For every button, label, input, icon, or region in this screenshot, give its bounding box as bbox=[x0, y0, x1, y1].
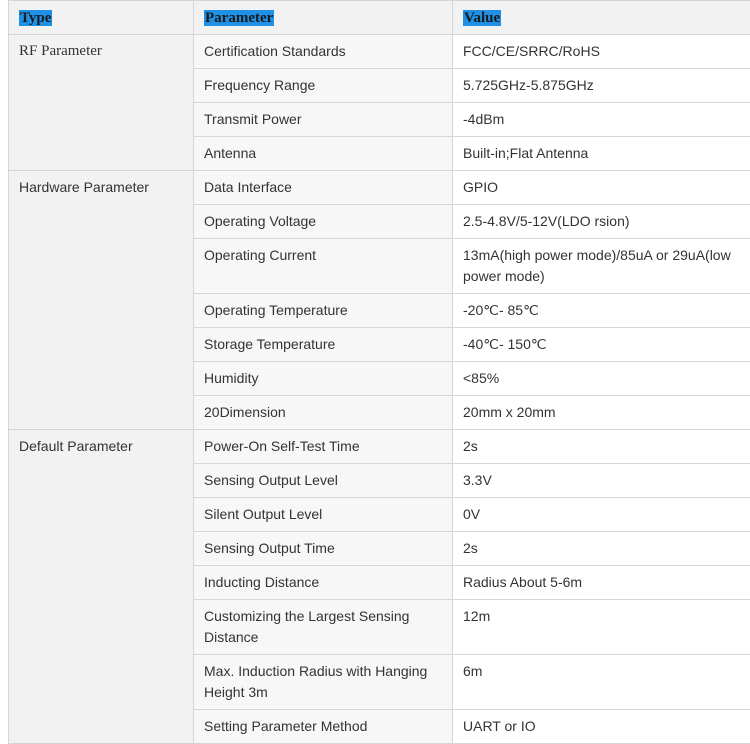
header-value: Value bbox=[453, 1, 750, 35]
value-cell: 2s bbox=[453, 430, 750, 464]
type-cell-hardware: Hardware Parameter bbox=[9, 171, 194, 430]
parameter-cell: Operating Current bbox=[194, 239, 453, 294]
type-cell-default: Default Parameter bbox=[9, 430, 194, 744]
parameter-cell: Sensing Output Level bbox=[194, 464, 453, 498]
value-cell: <85% bbox=[453, 362, 750, 396]
parameter-cell: Operating Temperature bbox=[194, 294, 453, 328]
spec-table: Type Parameter Value RF Parameter Certif… bbox=[8, 0, 750, 744]
parameter-cell: Transmit Power bbox=[194, 103, 453, 137]
value-cell: Radius About 5-6m bbox=[453, 566, 750, 600]
value-cell: FCC/CE/SRRC/RoHS bbox=[453, 35, 750, 69]
parameter-cell: Operating Voltage bbox=[194, 205, 453, 239]
header-value-label: Value bbox=[463, 10, 501, 26]
value-cell: 3.3V bbox=[453, 464, 750, 498]
value-cell: 2s bbox=[453, 532, 750, 566]
parameter-cell: Inducting Distance bbox=[194, 566, 453, 600]
parameter-cell: Data Interface bbox=[194, 171, 453, 205]
value-cell: 20mm x 20mm bbox=[453, 396, 750, 430]
parameter-cell: Silent Output Level bbox=[194, 498, 453, 532]
value-cell: -40℃- 150℃ bbox=[453, 328, 750, 362]
value-cell: -20℃- 85℃ bbox=[453, 294, 750, 328]
value-cell: Built-in;Flat Antenna bbox=[453, 137, 750, 171]
table-header-row: Type Parameter Value bbox=[9, 1, 750, 35]
parameter-cell: Setting Parameter Method bbox=[194, 710, 453, 744]
table-row: Hardware Parameter Data Interface GPIO bbox=[9, 171, 750, 205]
value-cell: UART or IO bbox=[453, 710, 750, 744]
parameter-cell: Sensing Output Time bbox=[194, 532, 453, 566]
header-parameter: Parameter bbox=[194, 1, 453, 35]
header-parameter-label: Parameter bbox=[204, 10, 274, 26]
parameter-cell: Customizing the Largest Sensing Distance bbox=[194, 600, 453, 655]
value-cell: 12m bbox=[453, 600, 750, 655]
parameter-cell: Max. Induction Radius with Hanging Heigh… bbox=[194, 655, 453, 710]
value-cell: GPIO bbox=[453, 171, 750, 205]
parameter-cell: Storage Temperature bbox=[194, 328, 453, 362]
parameter-cell: Certification Standards bbox=[194, 35, 453, 69]
value-cell: 2.5-4.8V/5-12V(LDO rsion) bbox=[453, 205, 750, 239]
value-cell: -4dBm bbox=[453, 103, 750, 137]
parameter-cell: Humidity bbox=[194, 362, 453, 396]
value-cell: 5.725GHz-5.875GHz bbox=[453, 69, 750, 103]
header-type-label: Type bbox=[19, 10, 52, 26]
table-row: Default Parameter Power-On Self-Test Tim… bbox=[9, 430, 750, 464]
table-row: RF Parameter Certification Standards FCC… bbox=[9, 35, 750, 69]
header-type: Type bbox=[9, 1, 194, 35]
value-cell: 6m bbox=[453, 655, 750, 710]
value-cell: 0V bbox=[453, 498, 750, 532]
parameter-cell: Power-On Self-Test Time bbox=[194, 430, 453, 464]
value-cell: 13mA(high power mode)/85uA or 29uA(low p… bbox=[453, 239, 750, 294]
parameter-cell: Frequency Range bbox=[194, 69, 453, 103]
parameter-cell: Antenna bbox=[194, 137, 453, 171]
parameter-cell: 20Dimension bbox=[194, 396, 453, 430]
type-cell-rf: RF Parameter bbox=[9, 35, 194, 171]
